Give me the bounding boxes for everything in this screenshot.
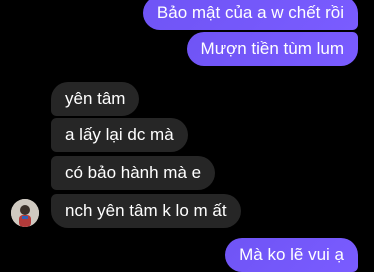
message-text: a lấy lại dc mà — [65, 125, 174, 144]
message-incoming[interactable]: nch yên tâm k lo m ất — [51, 194, 241, 228]
user-avatar-icon[interactable] — [11, 199, 39, 227]
message-incoming[interactable]: a lấy lại dc mà — [51, 118, 188, 152]
chat-thread: Bảo mật của a w chết rồi Mượn tiền tùm l… — [0, 0, 374, 272]
message-incoming[interactable]: yên tâm — [51, 82, 140, 116]
message-text: có bảo hành mà e — [65, 163, 202, 182]
message-text: yên tâm — [65, 89, 126, 108]
message-text: Mượn tiền tùm lum — [200, 39, 344, 58]
message-text: Bảo mật của a w chết rồi — [156, 3, 344, 22]
message-text: nch yên tâm k lo m ất — [65, 201, 227, 220]
message-outgoing[interactable]: Bảo mật của a w chết rồi — [142, 0, 358, 30]
message-outgoing[interactable]: Mượn tiền tùm lum — [186, 32, 358, 66]
message-text: Mà ko lẽ vui ạ — [239, 245, 344, 264]
message-outgoing[interactable]: Mà ko lẽ vui ạ — [225, 238, 358, 272]
message-incoming[interactable]: có bảo hành mà e — [51, 156, 216, 190]
